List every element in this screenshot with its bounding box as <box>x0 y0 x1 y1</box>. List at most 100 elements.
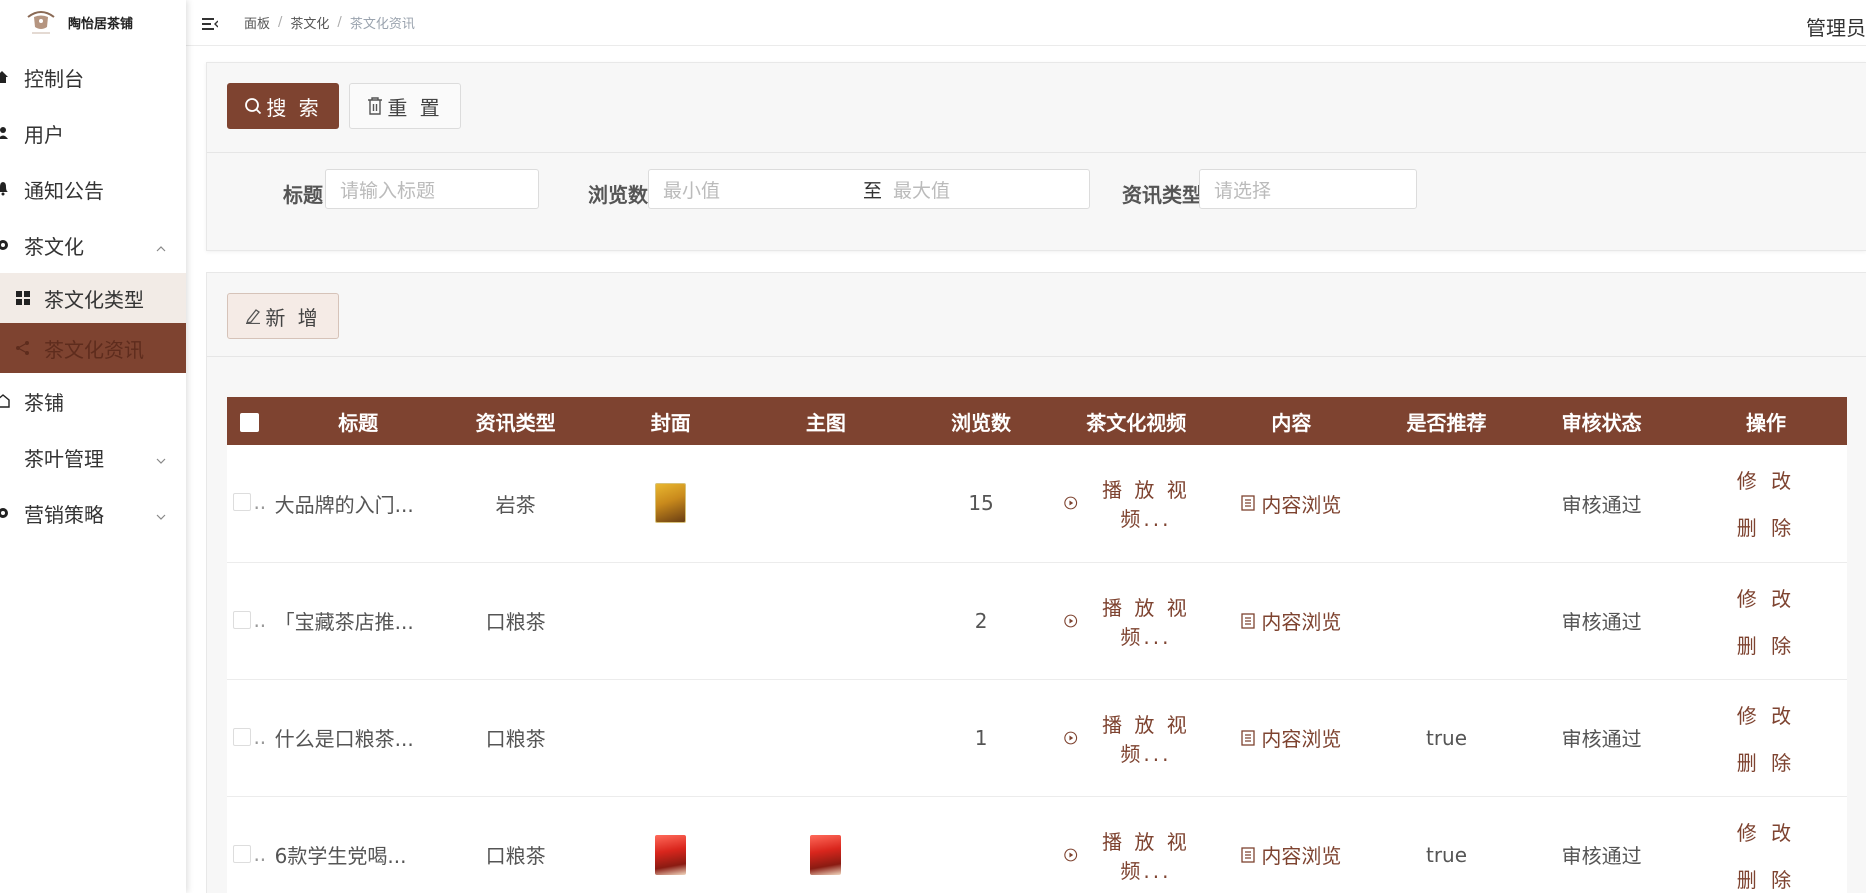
row-title: 什么是口粮茶... <box>274 727 414 751</box>
admin-user[interactable]: 管理员 <box>1806 12 1866 41</box>
main-image <box>810 834 842 875</box>
column-header: 主图 <box>805 410 846 435</box>
sidebar-item-label: 用户 <box>24 122 64 147</box>
sidebar-item-label: 茶文化资讯 <box>44 337 144 362</box>
row-video: 播 放 视 频... <box>1064 796 1208 893</box>
breadcrumb-item[interactable]: 面板 <box>244 13 270 32</box>
table-row: .. 6款学生党喝... 口粮茶 播 放 视 频... 内容浏览 true 审核通过 修 改删… <box>227 796 1847 893</box>
trash-icon <box>367 97 383 115</box>
logo: 陶怡居茶铺 <box>0 0 186 44</box>
row-content: 内容浏览 <box>1208 562 1375 679</box>
row-cover[interactable] <box>587 562 754 679</box>
row-actions: 修 改删 除 <box>1685 562 1847 679</box>
row-views <box>898 796 1065 893</box>
search-panel: 搜 索 重 置 标题 请输入标题 浏览数 最小值 至 最大值 资讯类型 请选择 <box>206 62 1866 251</box>
breadcrumb-separator: / <box>278 15 283 30</box>
breadcrumb-item[interactable]: 茶文化 <box>290 13 329 32</box>
breadcrumb-separator: / <box>337 15 342 30</box>
delete-button[interactable]: 删 除 <box>1737 512 1795 541</box>
row-cover[interactable] <box>587 445 754 562</box>
column-header: 封面 <box>650 410 691 435</box>
sidebar-item-tea-culture[interactable]: 茶文化 <box>0 217 186 273</box>
document-icon <box>1241 729 1256 746</box>
grid-icon <box>16 291 44 305</box>
row-main-image[interactable] <box>754 796 898 893</box>
edit-button[interactable]: 修 改 <box>1737 465 1795 494</box>
edit-button[interactable]: 修 改 <box>1737 817 1795 846</box>
play-video-label: 播 放 视 频... <box>1102 595 1190 649</box>
table-panel: 新 增 标题 资讯类型 封面 主图 浏览数 茶文化视频 内容 是否推荐 审核状态 <box>206 272 1866 893</box>
reset-button[interactable]: 重 置 <box>349 83 461 129</box>
row-main-image[interactable] <box>754 445 898 562</box>
row-cover[interactable] <box>587 679 754 796</box>
row-cover[interactable] <box>587 796 754 893</box>
row-main-image[interactable] <box>754 562 898 679</box>
title-input[interactable]: 请输入标题 <box>325 169 539 209</box>
table-header-row: 标题 资讯类型 封面 主图 浏览数 茶文化视频 内容 是否推荐 审核状态 操作 <box>227 397 1847 445</box>
add-button[interactable]: 新 增 <box>227 293 339 339</box>
play-circle-icon <box>1064 614 1078 627</box>
edit-button[interactable]: 修 改 <box>1737 700 1795 729</box>
logo-teapot-icon <box>24 5 58 39</box>
sidebar-item-marketing[interactable]: 营销策略 <box>0 485 186 541</box>
column-header: 资讯类型 <box>475 410 556 435</box>
play-video-label: 播 放 视 频... <box>1102 829 1190 883</box>
row-status: 审核通过 <box>1561 492 1642 517</box>
content-view-link[interactable]: 内容浏览 <box>1241 489 1341 518</box>
document-icon <box>1241 612 1256 629</box>
type-select[interactable]: 请选择 <box>1199 169 1417 209</box>
sidebar-item-dashboard[interactable]: 控制台 <box>0 49 186 105</box>
sidebar: 陶怡居茶铺 控制台 用户 通知公告 茶文化 茶文化类型 茶文化资讯 茶铺 茶叶管… <box>0 0 186 893</box>
home-icon <box>0 71 24 83</box>
content-view-link[interactable]: 内容浏览 <box>1241 606 1341 635</box>
content-view-label: 内容浏览 <box>1261 844 1342 868</box>
main-content: 搜 索 重 置 标题 请输入标题 浏览数 最小值 至 最大值 资讯类型 请选择 <box>186 46 1866 893</box>
sidebar-item-notices[interactable]: 通知公告 <box>0 161 186 217</box>
play-video-link[interactable]: 播 放 视 频... <box>1064 592 1208 650</box>
delete-button[interactable]: 删 除 <box>1737 630 1795 659</box>
views-range-input[interactable]: 最小值 至 最大值 <box>648 169 1090 209</box>
play-video-link[interactable]: 播 放 视 频... <box>1064 474 1208 532</box>
sidebar-item-label: 茶叶管理 <box>24 446 104 471</box>
row-checkbox[interactable]: .. <box>227 679 273 796</box>
search-button[interactable]: 搜 索 <box>227 83 339 129</box>
row-recommend <box>1375 562 1519 679</box>
toolbar: 新 增 <box>207 273 1866 357</box>
row-actions: 修 改删 除 <box>1685 445 1847 562</box>
views-max-placeholder: 最大值 <box>893 179 951 202</box>
row-main-image[interactable] <box>754 679 898 796</box>
row-status: 审核通过 <box>1561 610 1642 634</box>
play-video-link[interactable]: 播 放 视 频... <box>1064 709 1208 767</box>
row-actions: 修 改删 除 <box>1685 796 1847 893</box>
sidebar-item-label: 控制台 <box>24 66 84 91</box>
sidebar-item-users[interactable]: 用户 <box>0 105 186 161</box>
row-checkbox[interactable]: .. <box>227 445 273 562</box>
content-view-link[interactable]: 内容浏览 <box>1241 723 1341 752</box>
play-circle-icon <box>1064 496 1078 510</box>
select-all-checkbox[interactable] <box>227 397 273 445</box>
sidebar-item-label: 茶文化类型 <box>44 287 144 312</box>
play-circle-icon <box>1064 848 1078 861</box>
row-checkbox[interactable]: .. <box>227 796 273 893</box>
menu-toggle-icon[interactable] <box>202 16 220 30</box>
row-views: 15 <box>968 491 994 516</box>
sidebar-item-tea-culture-type[interactable]: 茶文化类型 <box>0 273 186 323</box>
sidebar-item-tea-shop[interactable]: 茶铺 <box>0 373 186 429</box>
search-button-row: 搜 索 重 置 <box>207 63 1866 153</box>
sidebar-item-label: 茶铺 <box>24 390 64 415</box>
content-view-label: 内容浏览 <box>1261 610 1342 634</box>
delete-button[interactable]: 删 除 <box>1737 864 1795 893</box>
sidebar-item-tea-culture-news[interactable]: 茶文化资讯 <box>0 323 186 373</box>
sidebar-item-tea-management[interactable]: 茶叶管理 <box>0 429 186 485</box>
row-actions: 修 改删 除 <box>1685 679 1847 796</box>
delete-button[interactable]: 删 除 <box>1737 747 1795 776</box>
edit-button[interactable]: 修 改 <box>1737 583 1795 612</box>
row-status: 审核通过 <box>1561 727 1642 751</box>
row-type: 口粮茶 <box>485 844 546 868</box>
play-video-label: 播 放 视 频... <box>1102 712 1190 766</box>
row-content: 内容浏览 <box>1208 796 1375 893</box>
content-view-link[interactable]: 内容浏览 <box>1241 840 1341 869</box>
play-video-link[interactable]: 播 放 视 频... <box>1064 826 1208 884</box>
row-checkbox[interactable]: .. <box>227 562 273 679</box>
row-recommend: true <box>1425 725 1468 750</box>
